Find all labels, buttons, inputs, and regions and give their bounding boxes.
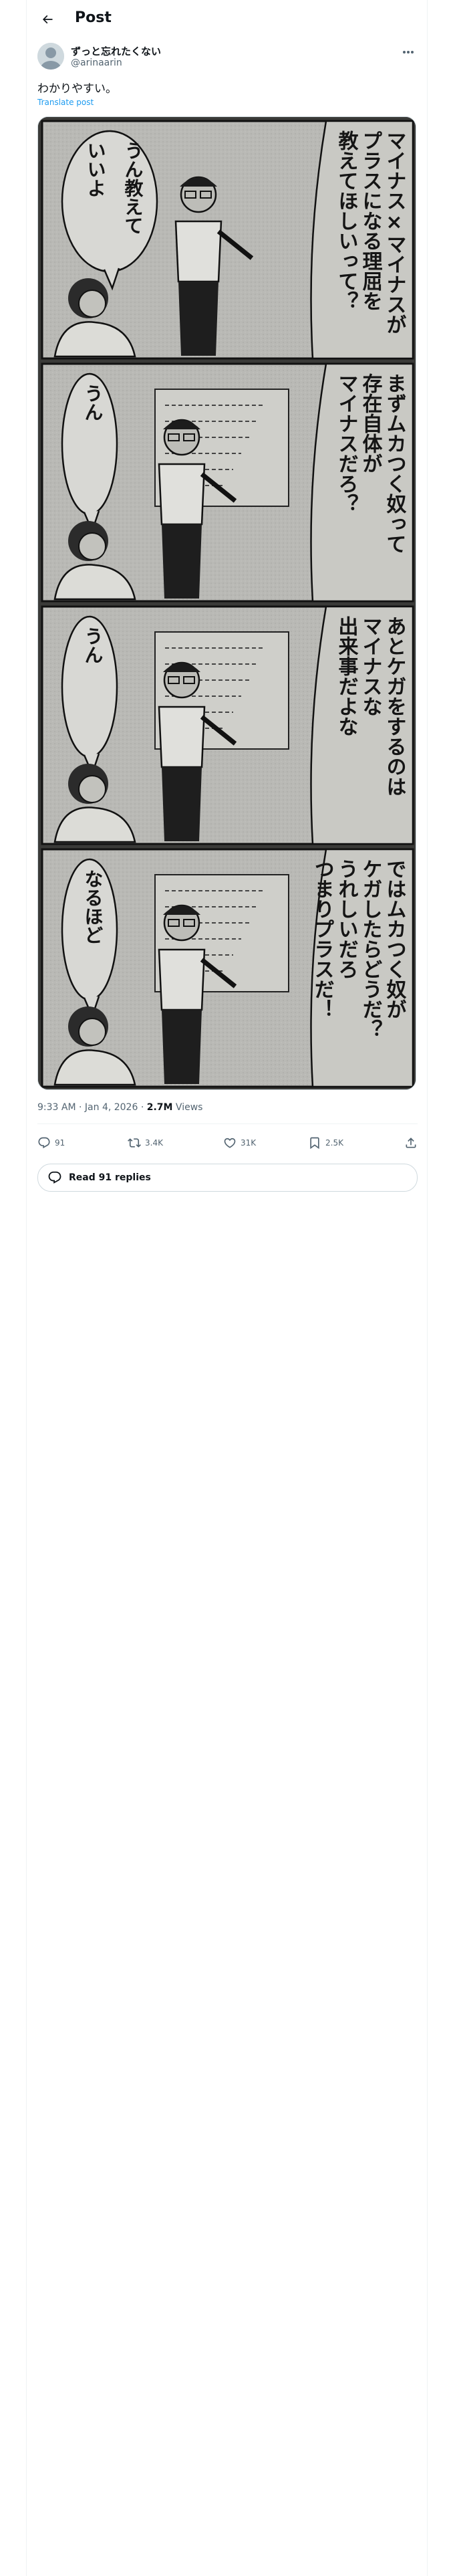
narration-text: マイナス×マイナスが — [383, 130, 406, 334]
narration-text: マイナスな — [359, 616, 382, 716]
share-icon — [406, 1138, 416, 1148]
narration-text: ではムカつく奴が — [383, 859, 407, 1019]
post-date[interactable]: Jan 4, 2026 — [85, 1102, 138, 1113]
reply-count: 91 — [55, 1138, 65, 1148]
back-button[interactable] — [36, 8, 59, 31]
narration-text: マイナスだろ？ — [335, 373, 358, 514]
narration-text: つまりプラスだ！ — [311, 859, 334, 1019]
speech-text: うん — [82, 627, 104, 664]
narration-text: まずムカつく奴って — [383, 373, 407, 554]
read-replies-button[interactable]: Read 91 replies — [37, 1164, 418, 1192]
reply-bubbles-icon — [48, 1171, 61, 1184]
arrow-left-icon — [42, 15, 53, 24]
manga-image: マイナス×マイナスがプラスになる理屈を教えてほしいって？ うん教えていいよまずムカ… — [38, 117, 416, 1089]
views-label: Views — [175, 1102, 203, 1113]
narration-text: 出来事だよな — [335, 616, 359, 736]
divider — [37, 1123, 418, 1124]
narration-text: あとケガをするのは — [383, 616, 406, 796]
more-options-button[interactable] — [398, 44, 418, 60]
views-count: 2.7M — [146, 1102, 173, 1113]
narration-text: ケガしたらどうだ？ — [359, 859, 382, 1039]
header: Post — [27, 0, 428, 39]
post-image[interactable]: マイナス×マイナスが プラスになる理屈を 教えてほしいって？ うん教えて いいよまずムカ… — [37, 116, 416, 1090]
speech-text: うん — [82, 384, 104, 421]
narration-text: 教えてほしいって？ — [335, 130, 359, 311]
post-time[interactable]: 9:33 AM — [37, 1102, 76, 1113]
action-bar: 91 3.4K 31K 2.5K — [37, 1132, 418, 1154]
like-button[interactable]: 31K — [223, 1132, 256, 1154]
manga-panel: あとケガをするのはマイナスな出来事だよな うん — [41, 605, 414, 845]
author-display-name[interactable]: ずっと忘れたくない — [71, 44, 161, 58]
reply-button[interactable]: 91 — [37, 1132, 65, 1154]
manga-panel: まずムカつく奴って存在自体がマイナスだろ？ うん — [41, 362, 414, 603]
heart-icon — [224, 1138, 236, 1148]
more-dots-icon — [403, 51, 414, 53]
repost-icon — [128, 1138, 141, 1148]
avatar[interactable] — [37, 43, 64, 70]
manga-panel: マイナス×マイナスがプラスになる理屈を教えてほしいって？ うん教えていいよ — [41, 120, 414, 360]
timeline-column: Post ずっと忘れたくない @arinaarin わかりやすい。 Transl… — [26, 0, 428, 2576]
speech-text: うん教えて — [122, 141, 144, 235]
author-handle[interactable]: @arinaarin — [71, 58, 122, 68]
speech-text: なるほど — [82, 869, 104, 944]
repost-count: 3.4K — [145, 1138, 163, 1148]
speech-text: いいよ — [85, 141, 107, 197]
page-title: Post — [75, 9, 112, 26]
narration-text: プラスになる理屈を — [359, 130, 383, 311]
post-meta: 9:33 AM · Jan 4, 2026 · 2.7M Views — [37, 1102, 203, 1113]
translate-post-link[interactable]: Translate post — [37, 98, 94, 107]
narration-text: 存在自体が — [359, 373, 383, 473]
read-replies-label: Read 91 replies — [69, 1172, 151, 1183]
manga-panel: ではムカつく奴がケガしたらどうだ？うれしいだろつまりプラスだ！ なるほど — [41, 848, 414, 1088]
bookmark-button[interactable]: 2.5K — [308, 1132, 343, 1154]
narration-text: うれしいだろ — [335, 859, 358, 979]
post-author: ずっと忘れたくない @arinaarin — [37, 43, 418, 72]
share-button[interactable] — [404, 1132, 418, 1154]
like-count: 31K — [241, 1138, 257, 1148]
bookmark-count: 2.5K — [325, 1138, 343, 1148]
reply-bubble-icon — [38, 1137, 50, 1149]
post-text: わかりやすい。 — [37, 82, 117, 96]
repost-button[interactable]: 3.4K — [128, 1132, 163, 1154]
bookmark-icon — [310, 1137, 319, 1150]
